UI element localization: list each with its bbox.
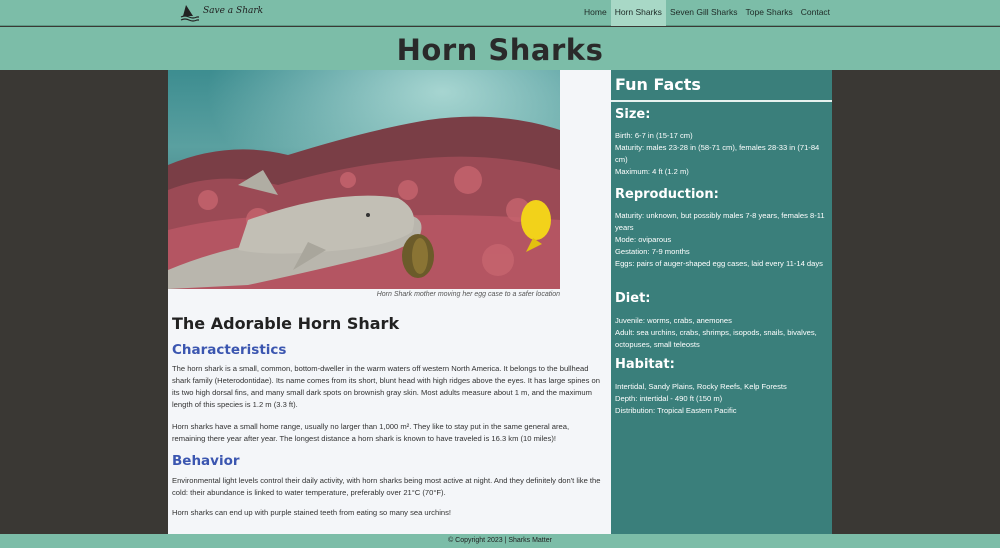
site-name: Save a Shark — [203, 6, 264, 16]
title-banner: Horn Sharks — [0, 27, 1000, 70]
main-content: Horn Shark mother moving her egg case to… — [168, 70, 611, 534]
page-title: Horn Sharks — [396, 33, 604, 67]
size-fact-line: Maximum: 4 ft (1.2 m) — [615, 167, 689, 176]
horn-shark-photo — [168, 70, 560, 289]
fun-facts-sidebar: Fun Facts Size: Birth: 6-7 in (15-17 cm)… — [611, 70, 832, 534]
site-logo[interactable]: Save a Shark — [180, 3, 263, 23]
sidebar-divider — [611, 100, 832, 102]
diet-fact-line: Adult: sea urchins, crabs, shrimps, isop… — [615, 328, 817, 349]
reproduction-fact-line: Mode: oviparous — [615, 235, 672, 244]
reproduction-fact-line: Gestation: 7-9 months — [615, 247, 690, 256]
habitat-facts: Intertidal, Sandy Plains, Rocky Reefs, K… — [615, 381, 827, 417]
characteristics-paragraph-2: Horn sharks have a small home range, usu… — [172, 422, 570, 443]
size-facts: Birth: 6-7 in (15-17 cm) Maturity: males… — [615, 130, 827, 178]
reproduction-fact-line: Eggs: pairs of auger-shaped egg cases, l… — [615, 259, 823, 268]
nav-link-home[interactable]: Home — [580, 0, 611, 26]
article-heading: The Adorable Horn Shark — [172, 314, 400, 333]
reproduction-facts: Maturity: unknown, but possibly males 7-… — [615, 210, 827, 270]
habitat-fact-line: Depth: intertidal - 490 ft (150 m) — [615, 394, 723, 403]
diet-heading: Diet: — [615, 291, 651, 306]
photo-caption: Horn Shark mother moving her egg case to… — [376, 291, 560, 298]
nav-link-horn-sharks[interactable]: Horn Sharks — [610, 0, 666, 26]
shark-fin-icon — [180, 5, 199, 22]
nav-link-seven-gill-sharks[interactable]: Seven Gill Sharks — [666, 0, 742, 26]
size-heading: Size: — [615, 107, 651, 122]
size-fact-line: Maturity: males 23-28 in (58-71 cm), fem… — [615, 143, 820, 164]
diet-fact-line: Juvenile: worms, crabs, anemones — [615, 316, 732, 325]
habitat-fact-line: Intertidal, Sandy Plains, Rocky Reefs, K… — [615, 382, 787, 391]
nav-links: Home Horn Sharks Seven Gill Sharks Tope … — [580, 0, 834, 26]
habitat-heading: Habitat: — [615, 357, 675, 372]
top-navbar: Save a Shark Home Horn Sharks Seven Gill… — [0, 0, 1000, 26]
nav-link-tope-sharks[interactable]: Tope Sharks — [742, 0, 797, 26]
reproduction-fact-line: Maturity: unknown, but possibly males 7-… — [615, 211, 825, 232]
diet-facts: Juvenile: worms, crabs, anemones Adult: … — [615, 315, 827, 351]
characteristics-paragraph-1: The horn shark is a small, common, botto… — [172, 364, 600, 409]
page-footer: © Copyright 2023 | Sharks Matter — [0, 534, 1000, 548]
reproduction-heading: Reproduction: — [615, 187, 719, 202]
nav-link-contact[interactable]: Contact — [797, 0, 834, 26]
habitat-fact-line: Distribution: Tropical Eastern Pacific — [615, 406, 737, 415]
copyright-text: © Copyright 2023 | Sharks Matter — [448, 537, 552, 544]
behavior-paragraph-1: Environmental light levels control their… — [172, 476, 601, 497]
characteristics-heading: Characteristics — [172, 342, 287, 358]
behavior-heading: Behavior — [172, 453, 240, 469]
size-fact-line: Birth: 6-7 in (15-17 cm) — [615, 131, 693, 140]
behavior-paragraph-2: Horn sharks can end up with purple stain… — [172, 508, 452, 517]
fun-facts-title: Fun Facts — [615, 75, 701, 94]
